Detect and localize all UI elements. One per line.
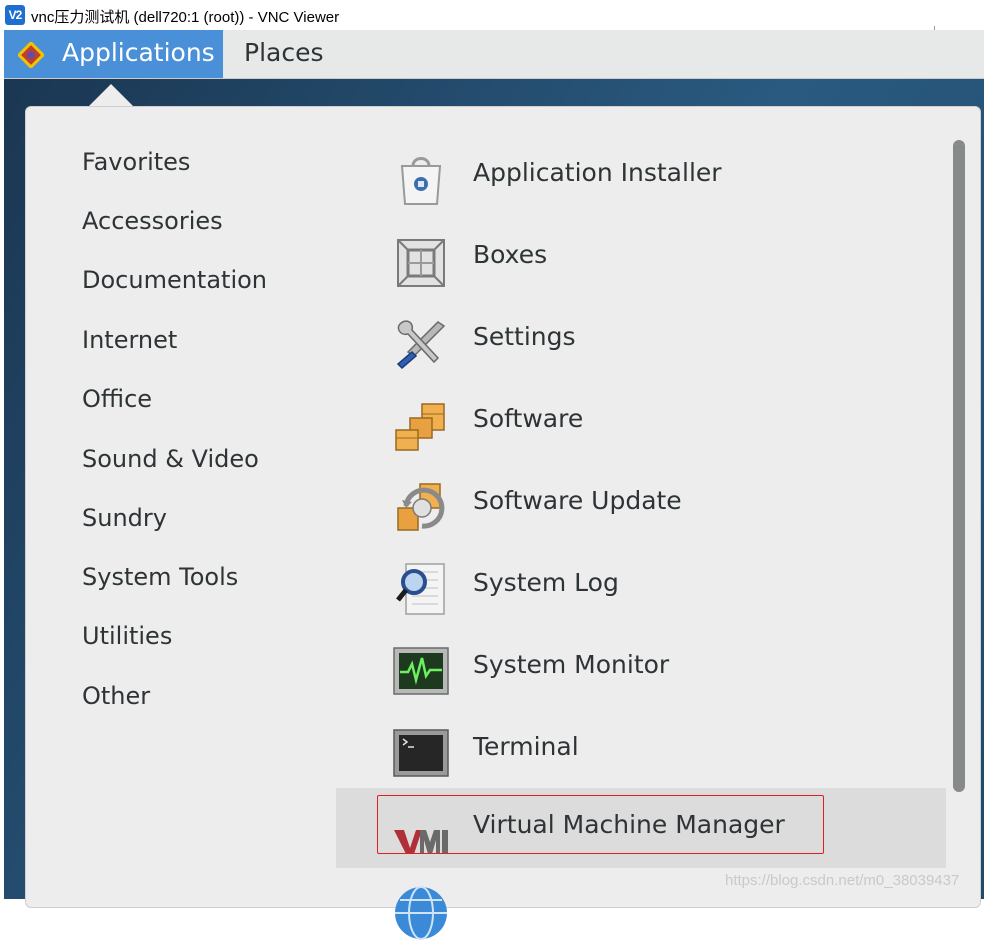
app-label: Settings — [473, 322, 576, 351]
menu-popup-pointer — [88, 84, 134, 107]
application-installer-icon — [392, 150, 450, 208]
vnc-titlebar: V2 vnc压力测试机 (dell720:1 (root)) - VNC Vie… — [0, 0, 984, 30]
category-favorites[interactable]: Favorites — [82, 148, 190, 176]
category-documentation[interactable]: Documentation — [82, 266, 267, 294]
boxes-icon — [392, 232, 450, 290]
menu-scrollbar-thumb[interactable] — [953, 140, 965, 792]
app-label: Terminal — [473, 732, 579, 761]
app-item-system-log[interactable]: System Log — [336, 546, 946, 626]
category-office[interactable]: Office — [82, 385, 152, 413]
places-menu-button[interactable]: Places — [224, 30, 344, 78]
category-sundry[interactable]: Sundry — [82, 504, 167, 532]
app-label: Boxes — [473, 240, 548, 269]
app-label: Virtual Machine Manager — [473, 810, 785, 839]
places-menu-label: Places — [244, 38, 324, 67]
app-label: System Monitor — [473, 650, 670, 679]
app-label: Application Installer — [473, 158, 722, 187]
virtual-machine-manager-icon — [392, 802, 450, 860]
app-label: Software Update — [473, 486, 682, 515]
app-label: System Log — [473, 568, 619, 597]
gnome-foot-icon — [18, 42, 44, 68]
category-system-tools[interactable]: System Tools — [82, 563, 238, 591]
app-item-software-update[interactable]: Software Update — [336, 464, 946, 544]
app-item-software[interactable]: Software — [336, 382, 946, 462]
category-sound-video[interactable]: Sound & Video — [82, 445, 259, 473]
category-other[interactable]: Other — [82, 682, 150, 710]
menu-scrollbar[interactable] — [951, 140, 967, 795]
software-update-icon — [392, 478, 450, 536]
terminal-icon — [392, 724, 450, 782]
category-utilities[interactable]: Utilities — [82, 622, 172, 650]
window-title: vnc压力测试机 (dell720:1 (root)) - VNC Viewer — [31, 9, 340, 26]
app-item-virtual-machine-manager[interactable]: Virtual Machine Manager — [336, 788, 946, 868]
applications-menu-label: Applications — [62, 38, 215, 67]
settings-icon — [392, 314, 450, 372]
app-item-terminal[interactable]: Terminal — [336, 710, 946, 790]
watermark-text: https://blog.csdn.net/m0_38039437 — [725, 872, 960, 889]
system-log-icon — [392, 560, 450, 618]
category-accessories[interactable]: Accessories — [82, 207, 223, 235]
applications-menu-button[interactable]: Applications — [4, 30, 223, 78]
software-icon — [392, 396, 450, 454]
app-item-application-installer[interactable]: Application Installer — [336, 136, 946, 216]
app-item-boxes[interactable]: Boxes — [336, 218, 946, 298]
app-label: Software — [473, 404, 584, 433]
vnc-logo-icon: V2 — [5, 5, 25, 25]
app-item-system-monitor[interactable]: System Monitor — [336, 628, 946, 708]
globe-icon — [392, 884, 450, 942]
category-internet[interactable]: Internet — [82, 326, 177, 354]
system-monitor-icon — [392, 642, 450, 700]
app-item-settings[interactable]: Settings — [336, 300, 946, 380]
